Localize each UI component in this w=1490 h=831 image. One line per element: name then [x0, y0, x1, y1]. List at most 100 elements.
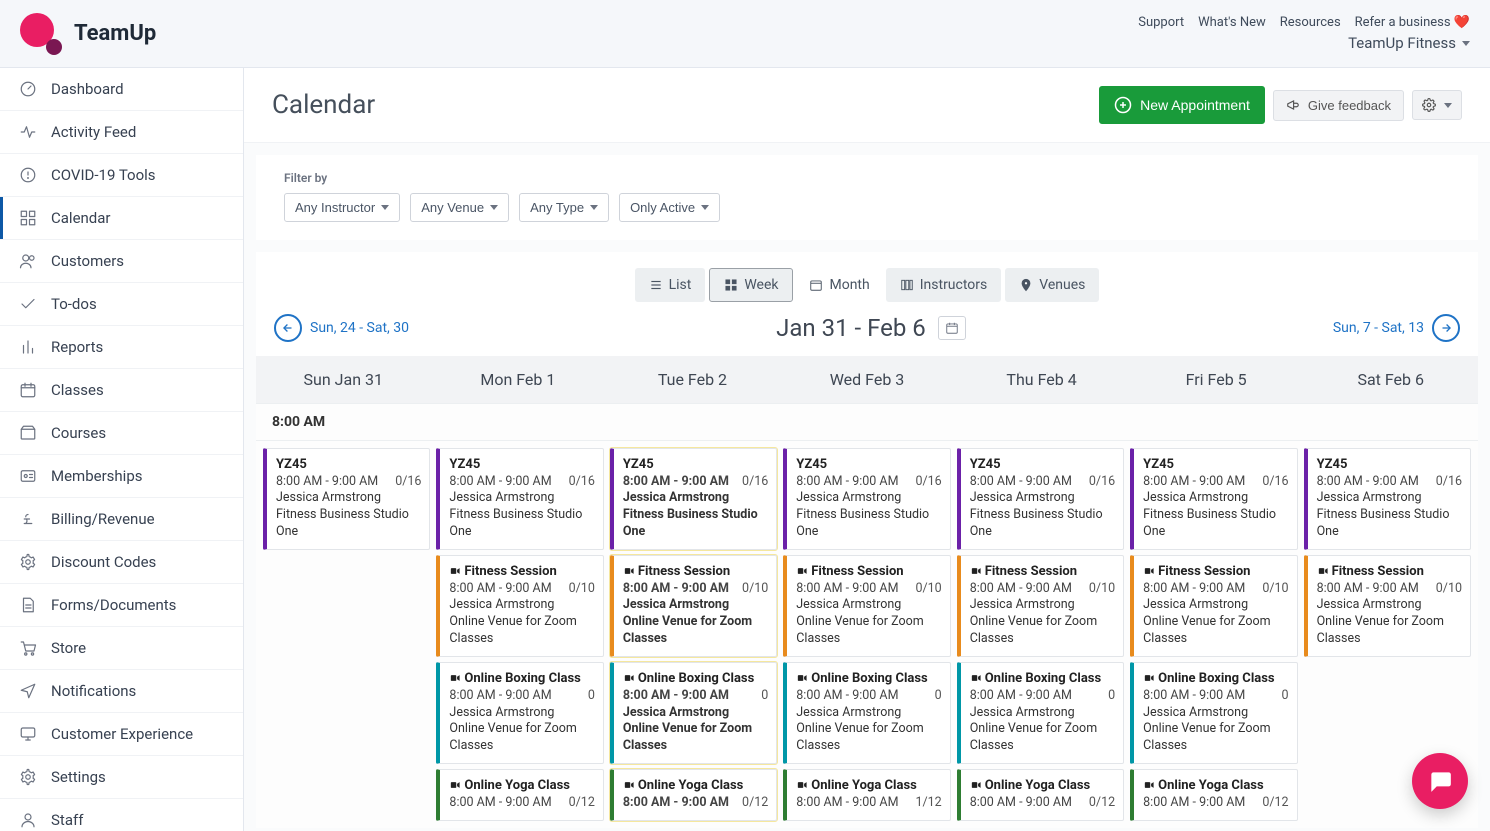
video-icon: [796, 564, 808, 582]
filter-instructor-dropdown[interactable]: Any Instructor: [284, 193, 400, 222]
cart-icon: [18, 638, 38, 658]
calendar-event[interactable]: Fitness Session8:00 AM - 9:00 AM0/10Jess…: [1130, 555, 1297, 657]
day-column: YZ458:00 AM - 9:00 AM0/16Jessica Armstro…: [433, 445, 606, 824]
brand-logo[interactable]: TeamUp: [20, 13, 156, 55]
sidebar-item-customers[interactable]: Customers: [0, 240, 243, 283]
day-column: YZ458:00 AM - 9:00 AM0/16Jessica Armstro…: [1127, 445, 1300, 824]
day-column: YZ458:00 AM - 9:00 AM0/16Jessica Armstro…: [260, 445, 433, 824]
date-range-label: Jan 31 - Feb 6: [776, 314, 926, 342]
calendar-event[interactable]: Online Yoga Class8:00 AM - 9:00 AM1/12: [783, 769, 950, 820]
sidebar-item-dashboard[interactable]: Dashboard: [0, 68, 243, 111]
video-icon: [623, 778, 635, 796]
sidebar-item-classes[interactable]: Classes: [0, 369, 243, 412]
calendar-settings-button[interactable]: [1412, 90, 1462, 120]
calendar-event[interactable]: YZ458:00 AM - 9:00 AM0/16Jessica Armstro…: [436, 448, 603, 550]
calendar-event[interactable]: Online Boxing Class8:00 AM - 9:00 AM0Jes…: [1130, 662, 1297, 764]
business-selector[interactable]: TeamUp Fitness: [1348, 34, 1470, 52]
video-icon: [1317, 564, 1329, 582]
filter-venue-dropdown[interactable]: Any Venue: [410, 193, 509, 222]
top-link-refer[interactable]: Refer a business ❤️: [1355, 15, 1470, 30]
calendar-event[interactable]: Fitness Session8:00 AM - 9:00 AM0/10Jess…: [957, 555, 1124, 657]
sidebar-item-billing-revenue[interactable]: Billing/Revenue: [0, 498, 243, 541]
sidebar-item-settings[interactable]: Settings: [0, 756, 243, 799]
calendar-event[interactable]: Online Boxing Class8:00 AM - 9:00 AM0Jes…: [436, 662, 603, 764]
video-icon: [970, 671, 982, 689]
day-header: Fri Feb 5: [1129, 370, 1304, 389]
calendar-event[interactable]: YZ458:00 AM - 9:00 AM0/16Jessica Armstro…: [1130, 448, 1297, 550]
list-icon: [649, 278, 663, 292]
gear-icon: [18, 552, 38, 572]
view-tab-venues[interactable]: Venues: [1005, 268, 1099, 302]
sidebar-item-label: Discount Codes: [51, 553, 156, 571]
top-link-whatsnew[interactable]: What's New: [1198, 15, 1266, 30]
calendar-event[interactable]: Online Yoga Class8:00 AM - 9:00 AM0/12: [610, 769, 777, 820]
date-picker-button[interactable]: [938, 316, 966, 340]
chat-icon: [1427, 768, 1453, 794]
calendar-event[interactable]: Online Yoga Class8:00 AM - 9:00 AM0/12: [957, 769, 1124, 820]
top-link-support[interactable]: Support: [1138, 15, 1184, 30]
gauge-icon: [18, 79, 38, 99]
day-column: YZ458:00 AM - 9:00 AM0/16Jessica Armstro…: [607, 445, 780, 824]
calendar-event[interactable]: YZ458:00 AM - 9:00 AM0/16Jessica Armstro…: [1304, 448, 1471, 550]
id-icon: [18, 466, 38, 486]
sidebar-item-activity-feed[interactable]: Activity Feed: [0, 111, 243, 154]
filter-status-dropdown[interactable]: Only Active: [619, 193, 720, 222]
next-week-button[interactable]: Sun, 7 - Sat, 13: [1333, 314, 1460, 342]
calendar-event[interactable]: YZ458:00 AM - 9:00 AM0/16Jessica Armstro…: [610, 448, 777, 550]
calendar-icon: [18, 380, 38, 400]
calendar-event[interactable]: Fitness Session8:00 AM - 9:00 AM0/10Jess…: [1304, 555, 1471, 657]
sidebar-nav: Dashboard Activity FeedCOVID-19 Tools Cale…: [0, 68, 244, 831]
sidebar-item-customer-experience[interactable]: Customer Experience: [0, 713, 243, 756]
video-icon: [449, 564, 461, 582]
prev-week-button[interactable]: Sun, 24 - Sat, 30: [274, 314, 409, 342]
calendar-event[interactable]: Fitness Session8:00 AM - 9:00 AM0/10Jess…: [783, 555, 950, 657]
video-icon: [796, 671, 808, 689]
calendar-event[interactable]: Fitness Session8:00 AM - 9:00 AM0/10Jess…: [610, 555, 777, 657]
sidebar-item-label: Calendar: [51, 209, 111, 227]
sidebar-item-notifications[interactable]: Notifications: [0, 670, 243, 713]
sidebar-item-label: Notifications: [51, 682, 136, 700]
sidebar-item-covid-19-tools[interactable]: COVID-19 Tools: [0, 154, 243, 197]
video-icon: [970, 778, 982, 796]
chevron-down-icon: [1462, 41, 1470, 46]
view-tab-month[interactable]: Month: [795, 268, 883, 302]
top-link-resources[interactable]: Resources: [1280, 15, 1341, 30]
calendar-event[interactable]: Online Boxing Class8:00 AM - 9:00 AM0Jes…: [957, 662, 1124, 764]
sidebar-item-calendar[interactable]: Calendar: [0, 197, 243, 240]
give-feedback-button[interactable]: Give feedback: [1273, 90, 1404, 121]
sidebar-item-discount-codes[interactable]: Discount Codes: [0, 541, 243, 584]
chat-launcher-button[interactable]: [1412, 753, 1468, 809]
new-appointment-button[interactable]: New Appointment: [1099, 86, 1265, 124]
sidebar-item-store[interactable]: Store: [0, 627, 243, 670]
sidebar-item-courses[interactable]: Courses: [0, 412, 243, 455]
view-tab-instructors[interactable]: Instructors: [886, 268, 1002, 302]
calendar-event[interactable]: YZ458:00 AM - 9:00 AM0/16Jessica Armstro…: [783, 448, 950, 550]
calendar-event[interactable]: Online Yoga Class8:00 AM - 9:00 AM0/12: [436, 769, 603, 820]
view-tab-week[interactable]: Week: [709, 268, 793, 302]
calendar-event[interactable]: Online Yoga Class8:00 AM - 9:00 AM0/12: [1130, 769, 1297, 820]
calendar-event[interactable]: YZ458:00 AM - 9:00 AM0/16Jessica Armstro…: [957, 448, 1124, 550]
sidebar-item-reports[interactable]: Reports: [0, 326, 243, 369]
doc-icon: [18, 595, 38, 615]
send-icon: [18, 681, 38, 701]
filter-type-dropdown[interactable]: Any Type: [519, 193, 609, 222]
sidebar-item-to-dos[interactable]: To-dos: [0, 283, 243, 326]
chevron-down-icon: [701, 205, 709, 210]
activity-icon: [18, 122, 38, 142]
day-column: YZ458:00 AM - 9:00 AM0/16Jessica Armstro…: [780, 445, 953, 824]
sidebar-item-label: Forms/Documents: [51, 596, 176, 614]
heart-icon: ❤️: [1454, 15, 1470, 30]
circle-alert-icon: [18, 165, 38, 185]
sidebar-item-staff[interactable]: Staff: [0, 799, 243, 831]
gear-icon: [1422, 98, 1436, 112]
sidebar-item-memberships[interactable]: Memberships: [0, 455, 243, 498]
calendar-event[interactable]: Online Boxing Class8:00 AM - 9:00 AM0Jes…: [610, 662, 777, 764]
calendar-event[interactable]: YZ458:00 AM - 9:00 AM0/16Jessica Armstro…: [263, 448, 430, 550]
calendar-event[interactable]: Fitness Session8:00 AM - 9:00 AM0/10Jess…: [436, 555, 603, 657]
sidebar-item-label: Dashboard: [51, 80, 124, 98]
video-icon: [1143, 778, 1155, 796]
calendar-event[interactable]: Online Boxing Class8:00 AM - 9:00 AM0Jes…: [783, 662, 950, 764]
box-icon: [18, 423, 38, 443]
view-tab-list[interactable]: List: [635, 268, 706, 302]
sidebar-item-forms-documents[interactable]: Forms/Documents: [0, 584, 243, 627]
